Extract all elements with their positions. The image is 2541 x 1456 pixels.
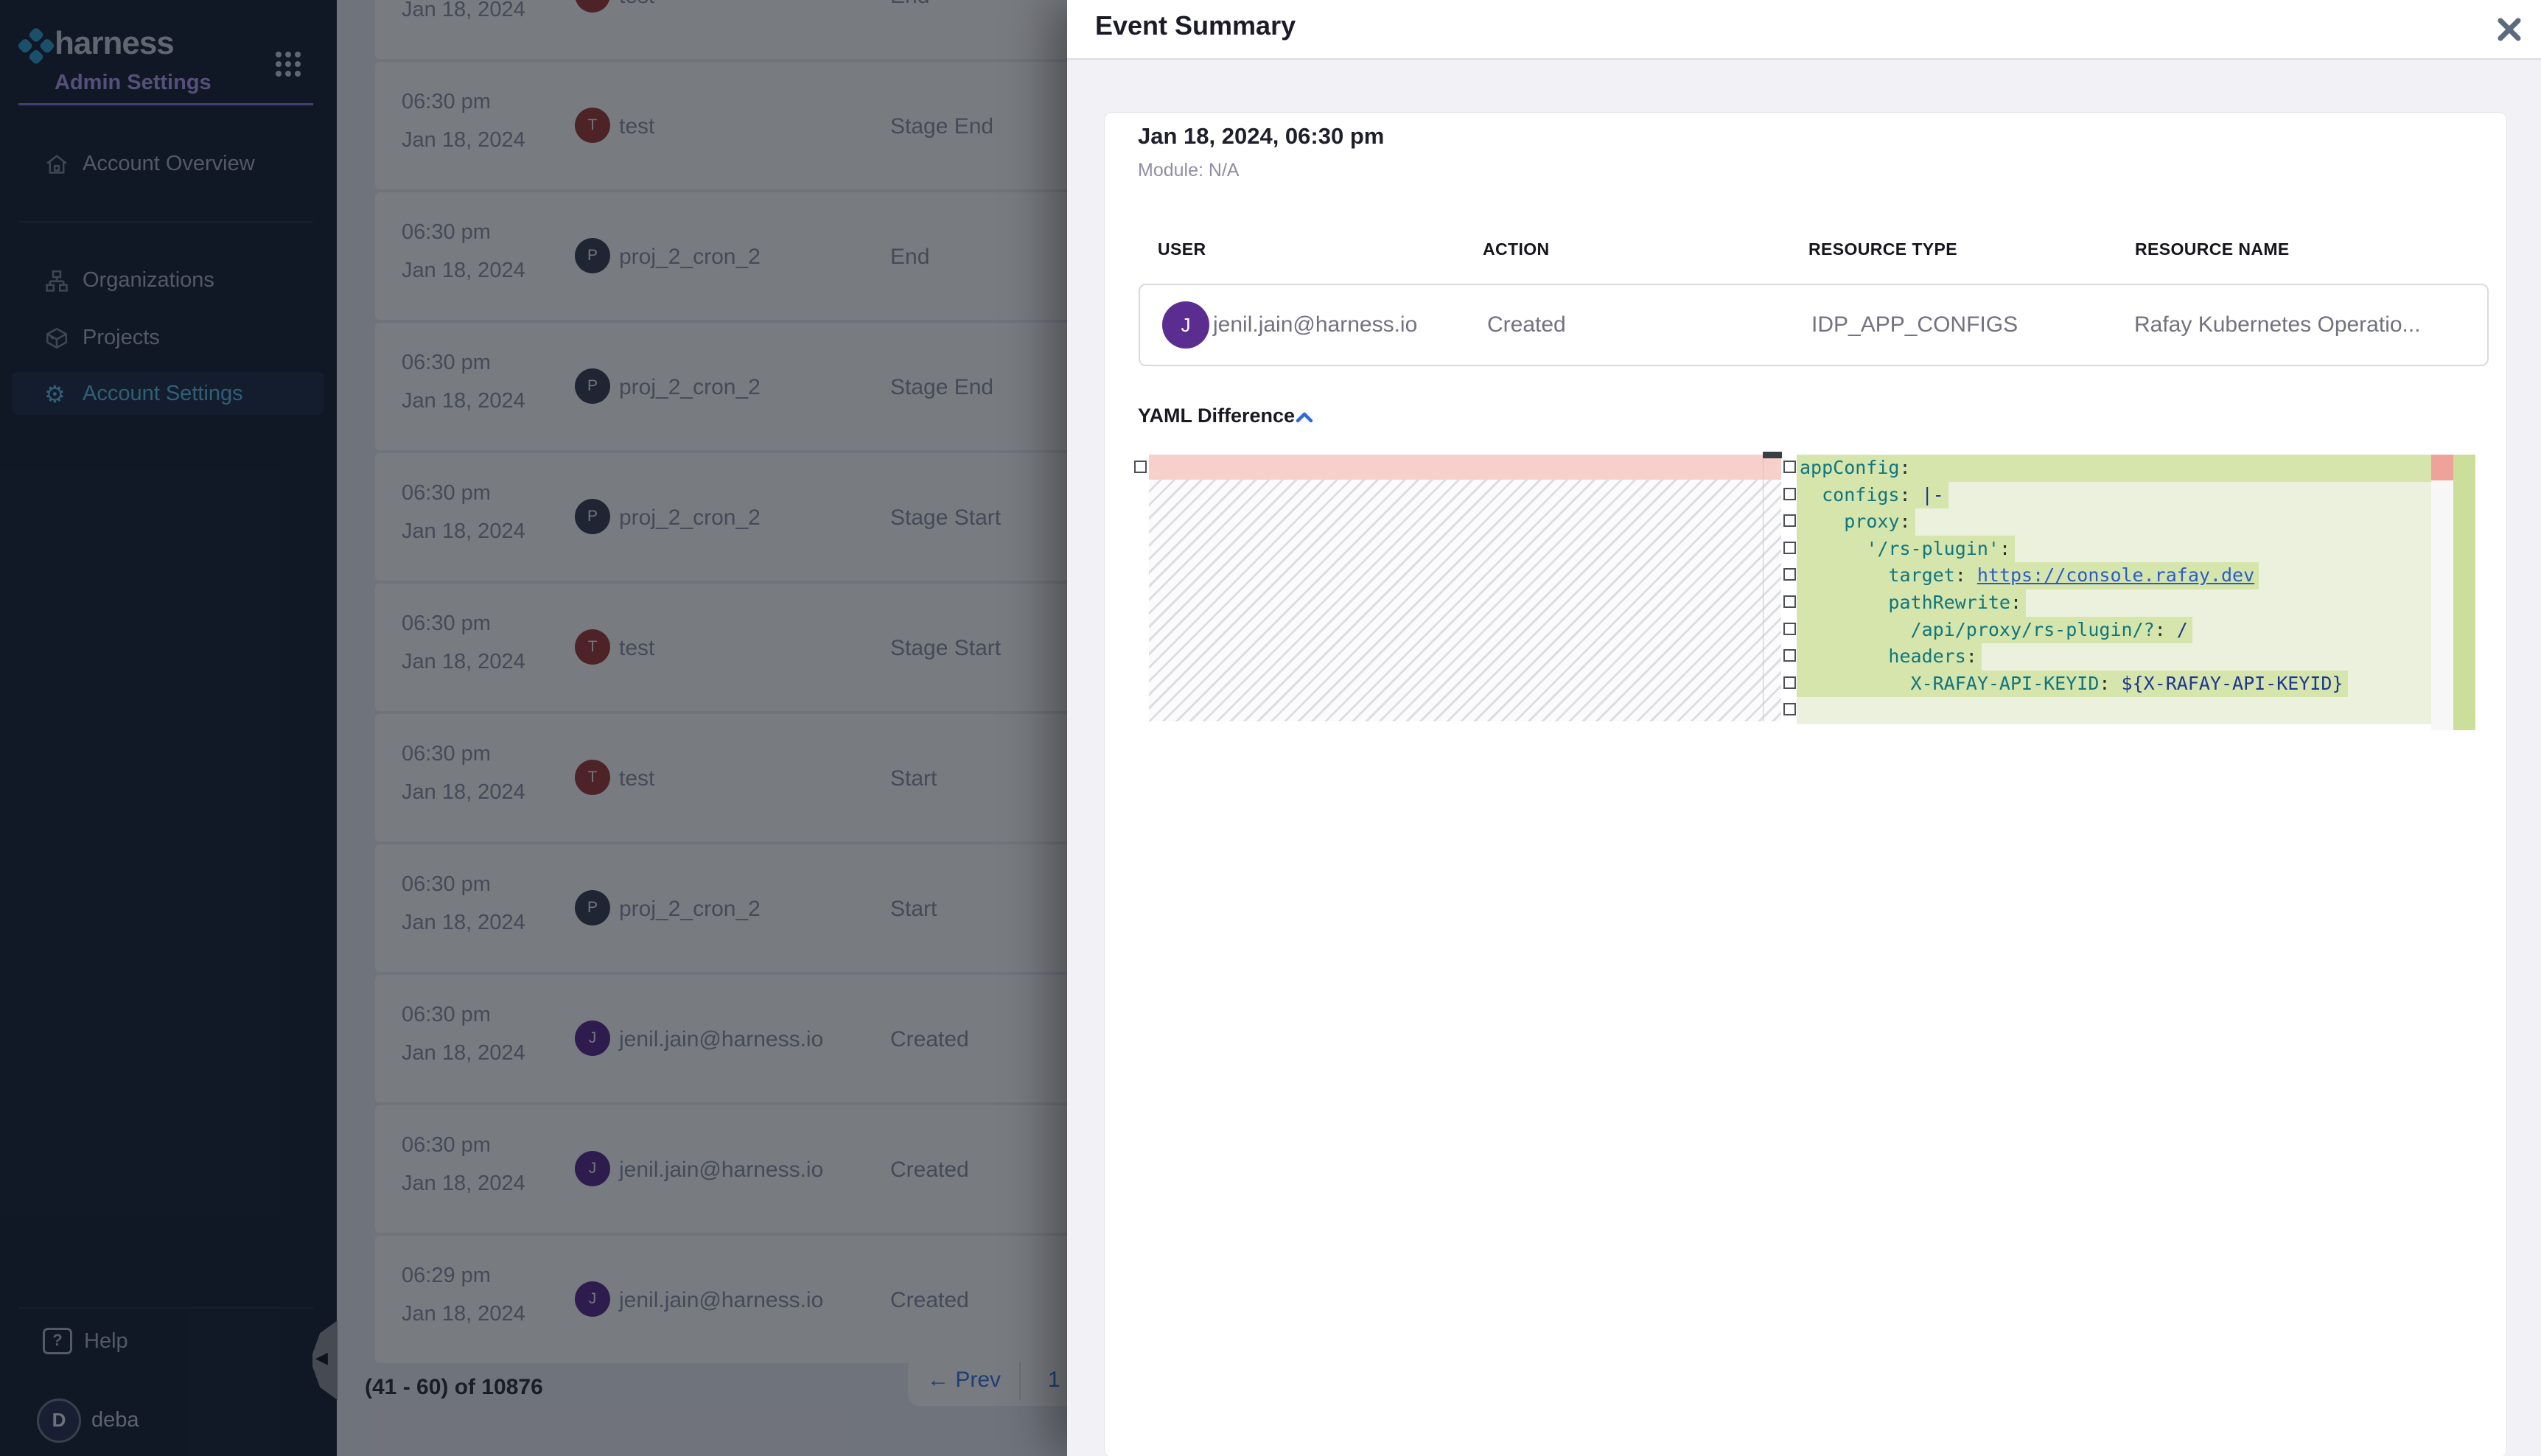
code-line: X-RAFAY-API-KEYID: ${X-RAFAY-API-KEYID} [1797,671,2431,698]
fold-marker-icon[interactable] [1783,676,1796,689]
code-line: pathRewrite: [1797,589,2431,617]
event-table-row: J jenil.jain@harness.io Created IDP_APP_… [1139,284,2489,366]
diff-empty-filler [1149,480,1781,721]
fold-marker-icon[interactable] [1783,488,1796,500]
fold-marker-icon[interactable] [1783,703,1796,715]
added-line-highlight: appConfig: [1797,455,2431,482]
event-user: jenil.jain@harness.io [1213,312,1417,337]
added-line-highlight: X-RAFAY-API-KEYID: ${X-RAFAY-API-KEYID} [1797,671,2348,698]
fold-marker-icon[interactable] [1783,461,1796,473]
column-header-user: USER [1158,239,1206,259]
code-line: target: https://console.rafay.dev [1797,562,2431,589]
event-action: Created [1487,312,1566,337]
modal-body: Jan 18, 2024, 06:30 pm Module: N/A USER … [1067,60,2541,1456]
close-button[interactable] [2486,6,2533,53]
yaml-diff-viewer: appConfig: configs: |- proxy: '/rs-plugi… [1105,455,2506,730]
event-resource-type: IDP_APP_CONFIGS [1811,312,2018,337]
added-line-highlight: proxy: [1797,508,1915,536]
fold-marker-icon[interactable] [1134,461,1147,473]
event-detail-panel: Jan 18, 2024, 06:30 pm Module: N/A USER … [1104,112,2507,1456]
diff-old-pane [1149,455,1781,721]
event-summary-modal: Event Summary Jan 18, 2024, 06:30 pm Mod… [1067,0,2541,1456]
diff-marker-column [2431,455,2453,730]
added-line-highlight: headers: [1797,643,1982,671]
added-line-highlight: /api/proxy/rs-plugin/?: / [1797,617,2192,644]
yaml-difference-toggle[interactable]: YAML Difference [1138,405,1295,427]
column-header-action: ACTION [1483,239,1550,259]
code-line: proxy: [1797,508,2431,536]
diff-new-pane: appConfig: configs: |- proxy: '/rs-plugi… [1797,455,2431,724]
fold-marker-icon[interactable] [1783,595,1796,608]
close-icon [2486,6,2533,53]
diff-scroll-tick [1763,452,1782,458]
event-module: Module: N/A [1138,160,1240,181]
code-line: headers: [1797,643,2431,671]
fold-marker-icon[interactable] [1783,514,1796,527]
code-line: appConfig: [1797,455,2431,482]
event-resource-name: Rafay Kubernetes Operatio... [2134,312,2421,337]
modal-header: Event Summary [1067,0,2541,60]
code-line: configs: |- [1797,482,2431,509]
code-line [1797,697,2431,724]
removed-marker [2431,455,2453,480]
code-line: '/rs-plugin': [1797,536,2431,563]
modal-title: Event Summary [1095,10,1296,41]
added-line-highlight: target: https://console.rafay.dev [1797,562,2259,589]
fold-marker-icon[interactable] [1783,568,1796,581]
code-link[interactable]: https://console.rafay.dev [1977,564,2254,586]
avatar: J [1162,301,1209,349]
removed-line-block [1149,455,1781,480]
fold-marker-icon[interactable] [1783,542,1796,554]
event-timestamp: Jan 18, 2024, 06:30 pm [1138,123,1384,150]
added-marker-bar [2453,455,2475,730]
chevron-up-icon[interactable] [1295,410,1314,429]
screen: harness Admin Settings Account Overview … [0,0,2541,1456]
code-lines: appConfig: configs: |- proxy: '/rs-plugi… [1797,455,2431,724]
added-line-highlight: '/rs-plugin': [1797,536,2015,563]
diff-pane-divider [1763,455,1764,721]
column-header-resource-name: RESOURCE NAME [2135,239,2290,259]
column-header-resource-type: RESOURCE TYPE [1808,239,1957,259]
fold-marker-icon[interactable] [1783,623,1796,635]
added-line-highlight: pathRewrite: [1797,589,2026,617]
fold-marker-icon[interactable] [1783,649,1796,662]
added-line-highlight: configs: |- [1797,482,1948,509]
code-line: /api/proxy/rs-plugin/?: / [1797,617,2431,644]
